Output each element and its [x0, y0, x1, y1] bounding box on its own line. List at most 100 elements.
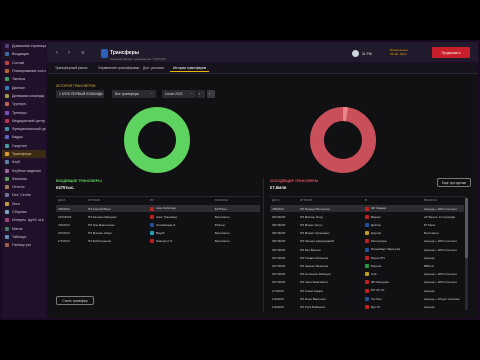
cell-player[interactable]: ПЗ Фредди Волонски: [300, 207, 363, 211]
prev-season-button[interactable]: ‹: [197, 90, 205, 98]
cell-player[interactable]: ПЗ Антонион Бебидос: [300, 272, 363, 276]
tab-management[interactable]: Управление трансферами: [95, 65, 142, 71]
table-row[interactable]: 24/7/2023 ПЗ Тэнари Рейнолю Берса ИП Аренда: [270, 254, 464, 261]
cell-player[interactable]: ПЗ Мирис Ангус: [300, 223, 363, 227]
cell-from[interactable]: Ваурб: [150, 231, 213, 236]
cell-player[interactable]: ПЗ Илья Вантенко: [300, 297, 363, 301]
cell-player[interactable]: ПЗ Матвео Ищуг: [300, 215, 363, 219]
scrollbar-thumb[interactable]: [465, 198, 468, 258]
sidebar-item[interactable]: Fantasy pro: [2, 241, 46, 249]
cell-from[interactable]: Аякс Трансфер: [150, 215, 213, 219]
season-select[interactable]: Сезон 2023 ⌄: [162, 90, 196, 98]
table-row[interactable]: 21/7/2023 ПЗ Эренал Веселин Берлин €80тыс.: [270, 262, 464, 269]
sidebar-item[interactable]: Интерес. футб. игр: [2, 216, 46, 224]
next-season-button[interactable]: ›: [207, 90, 215, 98]
type-select[interactable]: Все трансферы ⌄: [112, 90, 156, 98]
sidebar-item[interactable]: Тактика: [2, 75, 46, 83]
sidebar-item[interactable]: Лига: [2, 200, 46, 208]
sidebar-item[interactable]: Отчеты: [2, 183, 46, 191]
tab-conditions[interactable]: Доп. условия: [140, 65, 167, 71]
table-row[interactable]: 19/3/2023 ПЗ Калием Малдерс Аякс Трансфер Б…: [56, 213, 260, 220]
table-row[interactable]: 25/7/2023 ПЗ Мирис Ангус Дейтон €7.5млн: [270, 221, 464, 228]
sidebar-item[interactable]: Функциональный центр: [2, 125, 46, 133]
cell-player[interactable]: ПЗ Калием Малдерс: [88, 215, 148, 219]
back-icon[interactable]: ‹: [54, 50, 60, 56]
table-row[interactable]: 25/7/2023 ПЗ Кал Вальех Пальмберг Максугва…: [270, 246, 464, 253]
sidebar-item[interactable]: Таблица: [2, 233, 46, 241]
cell-player[interactable]: ПЗ Ченн Максовати: [300, 280, 363, 284]
sidebar-item[interactable]: Турнирн.: [2, 100, 46, 108]
cell-to[interactable]: Берса ИП: [365, 256, 422, 260]
table-row[interactable]: 12/7/2023 ПЗ Ченн Максовати ФП Малдова Арен…: [270, 279, 464, 286]
sidebar-item[interactable]: Матчи: [2, 225, 46, 233]
tab-history[interactable]: История трансферов: [170, 65, 210, 72]
cell-text: Варасс: [371, 214, 382, 219]
sidebar-item[interactable]: Тренеры: [2, 108, 46, 116]
cell-to[interactable]: Берлин: [365, 264, 422, 268]
sidebar-item[interactable]: Данные: [2, 83, 46, 91]
cell-player[interactable]: ПЗ Матвео Аберг: [88, 231, 148, 235]
cell-to[interactable]: Бук ТК: [365, 305, 422, 309]
table-row[interactable]: 7/6/2023 ПЗ Эпк Макгинтекк Олимпиада Н. €13…: [56, 221, 260, 228]
table-row[interactable]: 7/8/2023 ПЗ Сергей Вани Аякс Кейптаун €475т…: [56, 205, 260, 212]
tab-market[interactable]: Трансферный рынок: [52, 65, 91, 71]
cell-player[interactable]: ПЗ Сергей Вани: [88, 207, 148, 211]
menu-icon[interactable]: ≡: [80, 50, 86, 56]
sidebar-item[interactable]: Финансы: [2, 175, 46, 183]
cell-player[interactable]: ПЗ Ласнон Армусдавскй: [300, 239, 363, 243]
sidebar-item[interactable]: Домашняя страница: [2, 42, 46, 50]
table-row[interactable]: 7/8/2023 ПЗ Фредди Волонски ЭЛ Хаммет Аренд…: [270, 205, 464, 212]
table-row[interactable]: 1/7/2023 ПЗ Томас Ладна БП Об Лс Аренда: [270, 287, 464, 294]
cell-to[interactable]: Дейтон: [365, 223, 422, 227]
continue-button[interactable]: Продолжить: [432, 47, 470, 58]
cell-to[interactable]: Метерлеры: [365, 239, 422, 244]
sidebar-item[interactable]: Скаутинг: [2, 142, 46, 150]
cell-player[interactable]: ПЗ Фаб Коннели: [88, 239, 148, 243]
cell-player[interactable]: ПЗ Кал Вальех: [300, 248, 363, 252]
forward-icon[interactable]: ›: [66, 50, 72, 56]
sidebar-item[interactable]: Dev. Centre: [2, 191, 46, 199]
cell-text: 19/3/2023: [58, 214, 72, 219]
table-row[interactable]: 25/7/2023 ПЗ Ласнон Армусдавскй Метерлеры А…: [270, 238, 464, 245]
cell-from[interactable]: Олимпиада Н.: [150, 223, 213, 227]
cell-to[interactable]: Варасс: [365, 215, 422, 219]
club-badge-icon: [365, 247, 369, 252]
cell-player[interactable]: ПЗ Эренал Веселин: [300, 264, 363, 268]
sidebar-item[interactable]: Сборная: [2, 208, 46, 216]
sidebar-item[interactable]: Трансферы: [2, 149, 46, 159]
cell-to[interactable]: ЭЛ Хаммет: [365, 206, 422, 211]
sidebar-item[interactable]: Состав: [2, 59, 46, 67]
cell-to[interactable]: ФП Малдова: [365, 280, 422, 285]
cell-to[interactable]: БП Об Лс: [365, 288, 422, 293]
sidebar-item[interactable]: Кадры: [2, 133, 46, 141]
cell-to[interactable]: Ерулия: [365, 231, 422, 236]
cell-text: 7/8/2023: [272, 206, 284, 211]
cell-from[interactable]: Аякс Кейптаун: [150, 206, 213, 211]
cell-text: ПЗ Матвео Аберг: [88, 231, 113, 236]
table-row[interactable]: 12/7/2023 ПЗ Антонион Бебидос Сов Аренда + …: [270, 271, 464, 278]
cancel-transfer-button[interactable]: Снять трансфер: [56, 296, 94, 305]
sidebar-item[interactable]: Клубное видение: [2, 166, 46, 174]
cell-player[interactable]: ПЗ Тэнари Рейнолю: [300, 256, 363, 260]
team-select[interactable]: 1 КЛУБ ПЕРВЫЙ КОМАНДЫ ⌄: [56, 90, 104, 98]
cell-player[interactable]: ПЗ Эпк Макгинтекк: [88, 223, 148, 227]
sidebar-item[interactable]: Динамика команды: [2, 92, 46, 100]
table-row[interactable]: 1/7/2023 ПЗ Фаб Коннели Ливерпул Л. Бесплат…: [56, 238, 260, 245]
cell-player[interactable]: ПЗ Рикс Байкалко: [300, 305, 363, 309]
cell-to[interactable]: Тус Бон: [365, 297, 422, 301]
table-row[interactable]: 1/4/2023 ПЗ Рикс Байкалко Бук ТК Аренда: [270, 303, 464, 310]
sidebar-item[interactable]: Планирование состава: [2, 67, 46, 75]
table-row[interactable]: 25/7/2023 ПЗ Мирин Лусенарис Ерулия Бесплат…: [270, 230, 464, 237]
cell-to[interactable]: Сов: [365, 272, 422, 277]
cell-to[interactable]: Пальмберг Максугва: [365, 247, 422, 252]
table-row[interactable]: 3/7/2023 ПЗ Матвео Аберг Ваурб Бесплатно: [56, 230, 260, 237]
table-row[interactable]: 30/7/2023 ПЗ Матвео Ищуг Варасс АУ Белое: 1…: [270, 213, 464, 220]
table-row[interactable]: 1/4/2023 ПЗ Илья Вантенко Тус Бон Аренда + …: [270, 295, 464, 302]
cell-player[interactable]: ПЗ Томас Ладна: [300, 289, 363, 293]
cell-from[interactable]: Ливерпул Л.: [150, 239, 213, 244]
filter-button[interactable]: Еще три сделки: [437, 178, 471, 187]
sidebar-item[interactable]: Клуб: [2, 158, 46, 166]
cell-player[interactable]: ПЗ Мирин Лусенарис: [300, 231, 363, 235]
sidebar-item[interactable]: Медицинский центр: [2, 117, 46, 125]
sidebar-item[interactable]: Входящие: [2, 50, 46, 58]
